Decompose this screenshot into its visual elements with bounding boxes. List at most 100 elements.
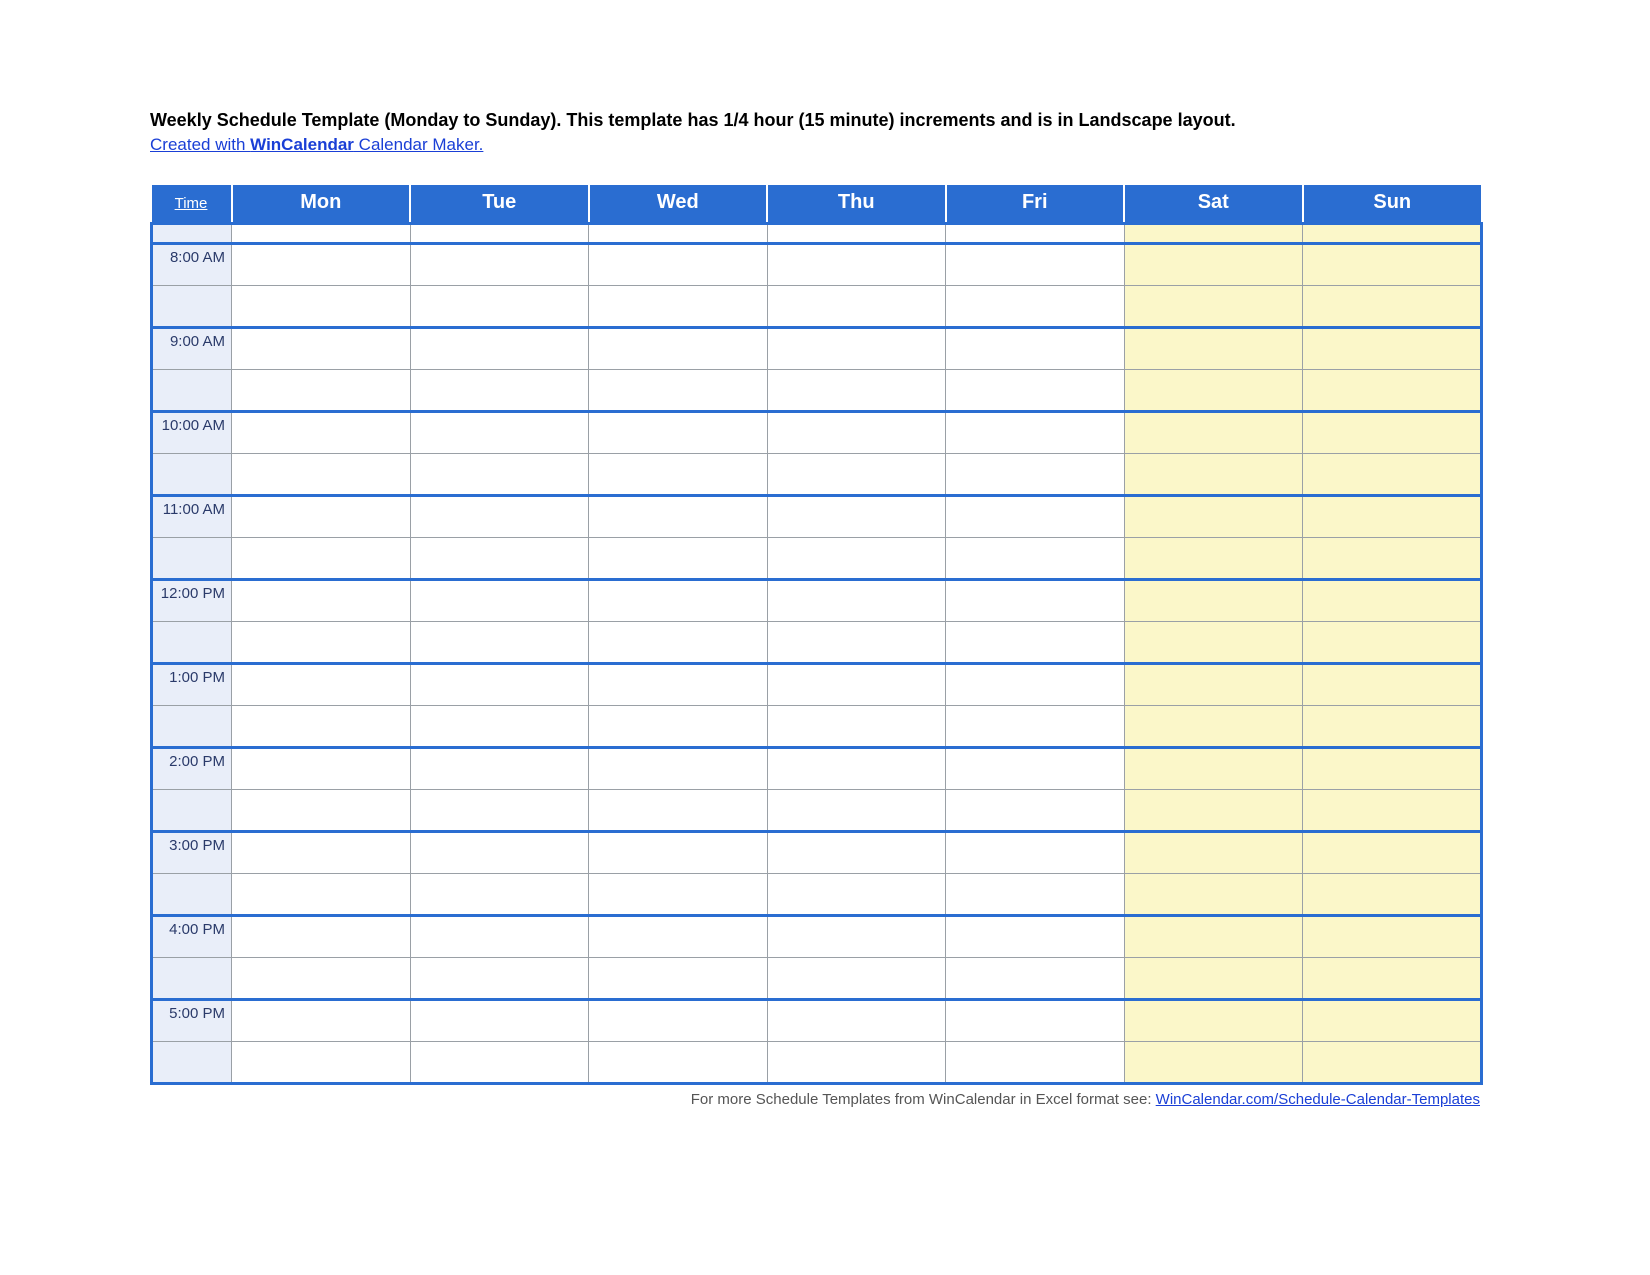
cell-weekend[interactable] [1124, 580, 1303, 622]
cell-weekend[interactable] [1303, 328, 1482, 370]
cell[interactable] [232, 832, 411, 874]
time-cell[interactable] [152, 370, 232, 412]
cell[interactable] [232, 328, 411, 370]
cell-weekend[interactable] [1124, 790, 1303, 832]
cell-weekend[interactable] [1303, 224, 1482, 244]
cell-weekend[interactable] [1124, 538, 1303, 580]
cell-weekend[interactable] [1303, 832, 1482, 874]
time-cell[interactable] [152, 790, 232, 832]
cell[interactable] [589, 622, 768, 664]
time-cell[interactable] [152, 874, 232, 916]
cell-weekend[interactable] [1124, 496, 1303, 538]
cell[interactable] [589, 328, 768, 370]
cell[interactable] [589, 832, 768, 874]
cell[interactable] [946, 454, 1125, 496]
cell[interactable] [767, 706, 946, 748]
cell[interactable] [589, 916, 768, 958]
time-cell[interactable] [152, 538, 232, 580]
cell[interactable] [232, 748, 411, 790]
cell-weekend[interactable] [1303, 916, 1482, 958]
cell-weekend[interactable] [1303, 1000, 1482, 1042]
cell[interactable] [946, 328, 1125, 370]
cell[interactable] [767, 664, 946, 706]
cell[interactable] [946, 790, 1125, 832]
cell-weekend[interactable] [1124, 1000, 1303, 1042]
cell[interactable] [232, 622, 411, 664]
cell-weekend[interactable] [1124, 706, 1303, 748]
cell[interactable] [589, 790, 768, 832]
cell[interactable] [410, 412, 589, 454]
cell[interactable] [232, 454, 411, 496]
time-cell[interactable]: 12:00 PM [152, 580, 232, 622]
cell[interactable] [946, 580, 1125, 622]
cell[interactable] [946, 1042, 1125, 1084]
cell[interactable] [946, 706, 1125, 748]
cell[interactable] [946, 412, 1125, 454]
cell[interactable] [410, 370, 589, 412]
cell[interactable] [232, 916, 411, 958]
cell[interactable] [410, 454, 589, 496]
cell[interactable] [232, 224, 411, 244]
time-cell[interactable]: 8:00 AM [152, 244, 232, 286]
cell-weekend[interactable] [1124, 748, 1303, 790]
cell[interactable] [410, 706, 589, 748]
cell[interactable] [767, 538, 946, 580]
cell-weekend[interactable] [1124, 244, 1303, 286]
cell[interactable] [589, 370, 768, 412]
cell[interactable] [767, 790, 946, 832]
cell[interactable] [589, 224, 768, 244]
cell[interactable] [767, 1000, 946, 1042]
time-cell[interactable] [152, 958, 232, 1000]
cell[interactable] [946, 748, 1125, 790]
cell[interactable] [767, 370, 946, 412]
cell[interactable] [589, 244, 768, 286]
wincalendar-link[interactable]: Created with WinCalendar Calendar Maker. [150, 135, 483, 155]
time-cell[interactable]: 3:00 PM [152, 832, 232, 874]
cell[interactable] [410, 496, 589, 538]
time-cell[interactable]: 10:00 AM [152, 412, 232, 454]
cell-weekend[interactable] [1124, 286, 1303, 328]
cell[interactable] [589, 412, 768, 454]
cell[interactable] [767, 496, 946, 538]
cell[interactable] [589, 1042, 768, 1084]
time-cell[interactable] [152, 622, 232, 664]
cell-weekend[interactable] [1303, 538, 1482, 580]
cell[interactable] [232, 958, 411, 1000]
cell[interactable] [767, 412, 946, 454]
cell-weekend[interactable] [1303, 706, 1482, 748]
cell[interactable] [946, 244, 1125, 286]
cell[interactable] [767, 916, 946, 958]
cell-weekend[interactable] [1124, 958, 1303, 1000]
cell-weekend[interactable] [1303, 664, 1482, 706]
cell[interactable] [410, 958, 589, 1000]
cell[interactable] [410, 916, 589, 958]
cell[interactable] [946, 874, 1125, 916]
cell-weekend[interactable] [1124, 328, 1303, 370]
cell[interactable] [232, 664, 411, 706]
cell[interactable] [589, 580, 768, 622]
cell[interactable] [767, 286, 946, 328]
time-cell[interactable]: 5:00 PM [152, 1000, 232, 1042]
cell-weekend[interactable] [1124, 874, 1303, 916]
cell-weekend[interactable] [1124, 412, 1303, 454]
cell[interactable] [767, 1042, 946, 1084]
cell[interactable] [232, 244, 411, 286]
cell-weekend[interactable] [1124, 832, 1303, 874]
cell[interactable] [946, 538, 1125, 580]
cell-weekend[interactable] [1303, 748, 1482, 790]
cell[interactable] [410, 244, 589, 286]
cell[interactable] [946, 496, 1125, 538]
cell-weekend[interactable] [1303, 496, 1482, 538]
cell[interactable] [589, 1000, 768, 1042]
cell-weekend[interactable] [1124, 224, 1303, 244]
time-cell[interactable]: 1:00 PM [152, 664, 232, 706]
time-cell[interactable]: 2:00 PM [152, 748, 232, 790]
cell[interactable] [232, 412, 411, 454]
cell[interactable] [946, 622, 1125, 664]
cell[interactable] [767, 874, 946, 916]
cell-weekend[interactable] [1303, 286, 1482, 328]
time-cell[interactable]: 11:00 AM [152, 496, 232, 538]
cell[interactable] [946, 1000, 1125, 1042]
cell[interactable] [767, 454, 946, 496]
cell[interactable] [410, 580, 589, 622]
